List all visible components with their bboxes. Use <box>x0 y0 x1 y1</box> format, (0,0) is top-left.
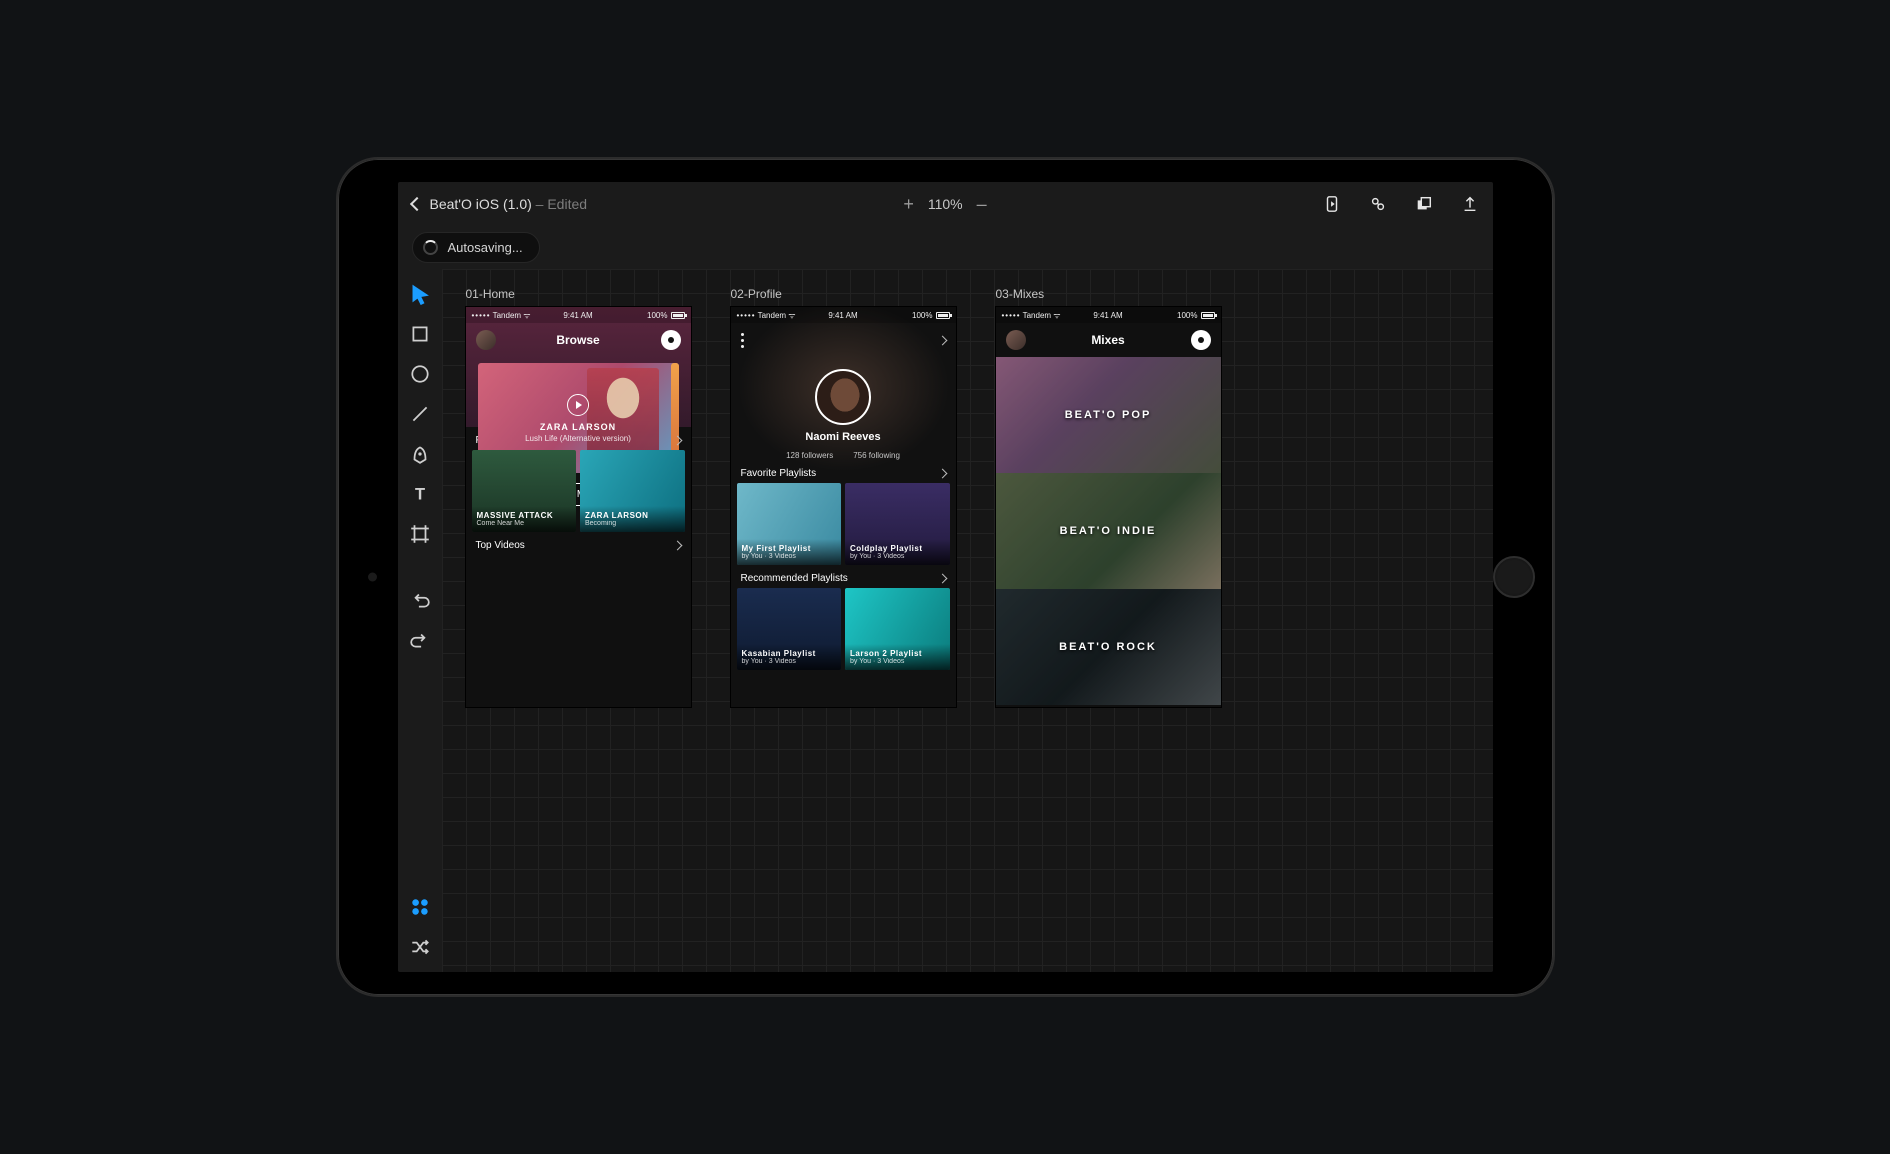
ipad-home-button[interactable] <box>1493 556 1535 598</box>
undo-icon[interactable] <box>409 589 431 611</box>
status-time: 9:41 AM <box>996 311 1221 320</box>
favorite-playlists-header: Favorite Playlists <box>741 468 817 479</box>
nav-title: Browse <box>466 333 691 347</box>
premiere-tile[interactable]: MASSIVE ATTACKCome Near Me <box>472 450 577 532</box>
document-title[interactable]: Beat'O iOS (1.0) – Edited <box>430 196 588 212</box>
redo-icon[interactable] <box>409 629 431 651</box>
app-header: Beat'O iOS (1.0) – Edited + 110% – <box>398 182 1493 226</box>
artboard-label[interactable]: 03-Mixes <box>996 287 1221 301</box>
link-icon[interactable] <box>1369 195 1387 213</box>
autosave-pill: Autosaving... <box>412 232 540 263</box>
recommended-playlists-header: Recommended Playlists <box>741 573 848 584</box>
autosave-row: Autosaving... <box>398 226 1493 269</box>
artboard-label[interactable]: 02-Profile <box>731 287 956 301</box>
zoom-level[interactable]: 110% <box>928 196 963 212</box>
app-screen: Beat'O iOS (1.0) – Edited + 110% – Autos… <box>398 182 1493 972</box>
svg-text:T: T <box>414 486 424 504</box>
mix-rock[interactable]: BEAT'O ROCK <box>996 589 1221 705</box>
chevron-right-icon[interactable] <box>937 469 947 479</box>
zoom-out-button[interactable]: – <box>977 194 987 215</box>
chevron-right-icon[interactable] <box>672 541 682 551</box>
chevron-right-icon[interactable] <box>937 335 947 345</box>
upload-icon[interactable] <box>1461 195 1479 213</box>
ipad-frame: Beat'O iOS (1.0) – Edited + 110% – Autos… <box>336 157 1555 997</box>
back-icon[interactable] <box>409 197 423 211</box>
mix-pop[interactable]: BEAT'O POP <box>996 357 1221 473</box>
spinner-icon <box>423 240 438 255</box>
nav-title: Mixes <box>996 333 1221 347</box>
section-top-videos: Top Videos <box>476 540 525 551</box>
doc-title-text: Beat'O iOS (1.0) <box>430 196 532 212</box>
doc-status-text: – Edited <box>532 196 587 212</box>
artboard-01-home[interactable]: 01-Home ••••• Tandem ᯤ 9:41 AM 100% <box>466 287 691 707</box>
zoom-control: + 110% – <box>903 194 986 215</box>
text-tool-icon[interactable]: T <box>409 483 431 505</box>
chevron-right-icon[interactable] <box>937 574 947 584</box>
playlist-tile[interactable]: Kasabian Playlistby You · 3 Videos <box>737 588 842 670</box>
mix-indie[interactable]: BEAT'O INDIE <box>996 473 1221 589</box>
design-canvas[interactable]: 01-Home ••••• Tandem ᯤ 9:41 AM 100% <box>442 269 1493 972</box>
status-time: 9:41 AM <box>466 311 691 320</box>
layers-icon[interactable] <box>1415 195 1433 213</box>
pen-tool-icon[interactable] <box>409 443 431 465</box>
line-tool-icon[interactable] <box>409 403 431 425</box>
playlist-tile[interactable]: Coldplay Playlistby You · 3 Videos <box>845 483 950 565</box>
zoom-in-button[interactable]: + <box>903 194 914 215</box>
ipad-camera <box>368 573 377 582</box>
artboard-label[interactable]: 01-Home <box>466 287 691 301</box>
artboard-02-profile[interactable]: 02-Profile ••••• Tandem ᯤ 9:41 AM 100% <box>731 287 956 707</box>
hero-track: Lush Life (Alternative version) <box>525 434 631 443</box>
playlist-tile[interactable]: Larson 2 Playlistby You · 3 Videos <box>845 588 950 670</box>
artboard-03-mixes[interactable]: 03-Mixes ••••• Tandem ᯤ 9:41 AM 100% Mix… <box>996 287 1221 707</box>
artboard-tool-icon[interactable] <box>409 523 431 545</box>
autosave-label: Autosaving... <box>448 240 523 255</box>
grid-view-icon[interactable] <box>409 896 431 918</box>
rectangle-tool-icon[interactable] <box>409 323 431 345</box>
status-time: 9:41 AM <box>731 311 956 320</box>
pointer-tool-icon[interactable] <box>409 283 431 305</box>
preview-icon[interactable] <box>1323 195 1341 213</box>
profile-avatar[interactable] <box>815 369 871 425</box>
hero-artist: ZARA LARSON <box>540 422 616 432</box>
followers[interactable]: 128 followers <box>786 451 833 460</box>
circle-tool-icon[interactable] <box>409 363 431 385</box>
premiere-tile[interactable]: ZARA LARSONBecoming <box>580 450 685 532</box>
left-toolbar: T <box>398 269 442 972</box>
profile-name: Naomi Reeves <box>731 431 956 443</box>
play-icon[interactable] <box>567 394 589 416</box>
playlist-tile[interactable]: My First Playlistby You · 3 Videos <box>737 483 842 565</box>
shuffle-icon[interactable] <box>409 936 431 958</box>
following[interactable]: 756 following <box>853 451 900 460</box>
menu-icon[interactable] <box>741 333 744 348</box>
